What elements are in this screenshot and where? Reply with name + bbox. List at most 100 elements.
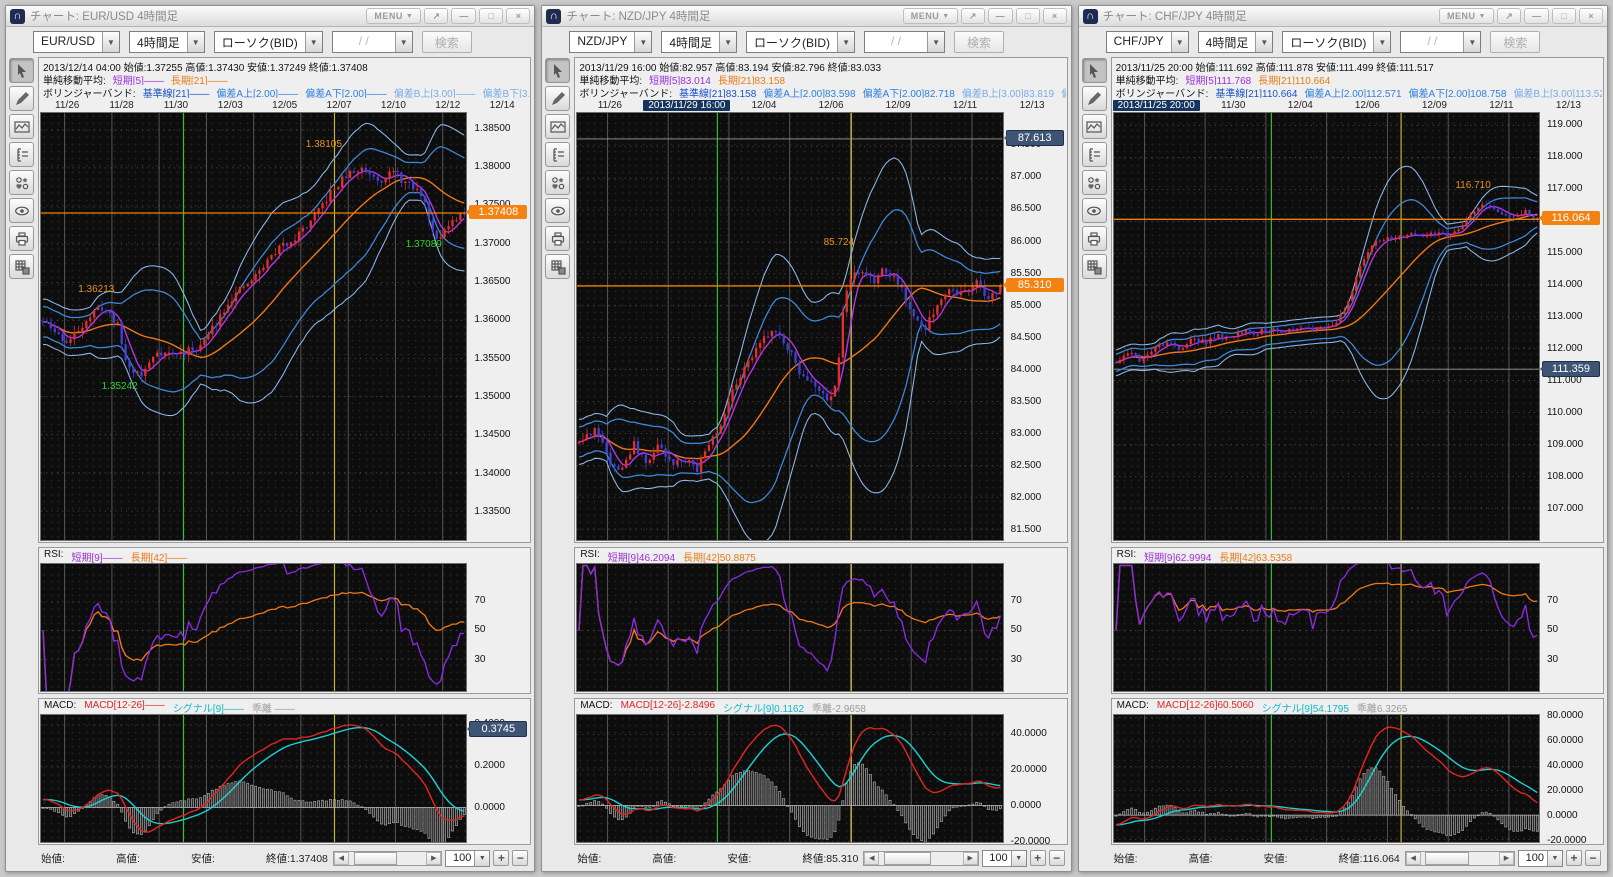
scrollbar-track[interactable] [1421,852,1499,865]
zoom-select[interactable]: 100 ▼ [1518,850,1563,867]
timeframe-select[interactable]: 4時間足 ▼ [661,31,737,53]
style-select[interactable]: ローソク(BID) ▼ [214,31,323,53]
chevron-down-icon[interactable]: ▼ [1547,851,1562,866]
chart-scrollbar[interactable]: ◀ ▶ [333,851,442,866]
rsi-chart[interactable] [40,563,467,692]
titlebar[interactable]: ∩ チャート: NZD/JPY 4時間足 MENU ▼ ↗ — □ × [542,6,1070,27]
indicator-tool-button[interactable] [1082,114,1107,139]
search-button[interactable]: 検索 [954,31,1004,53]
print-tool-button[interactable] [545,226,570,251]
visibility-tool-button[interactable] [1082,198,1107,223]
chevron-down-icon[interactable]: ▼ [1463,32,1480,52]
search-button[interactable]: 検索 [1490,31,1540,53]
chevron-down-icon[interactable]: ▼ [474,851,489,866]
chart-scrollbar[interactable]: ◀ ▶ [1405,851,1515,866]
export-tool-button[interactable] [1082,254,1107,279]
macd-chart[interactable] [40,714,467,843]
chart-scrollbar[interactable]: ◀ ▶ [863,851,978,866]
chevron-down-icon[interactable]: ▼ [1171,32,1188,52]
chevron-down-icon[interactable]: ▼ [102,32,119,52]
maximize-button[interactable]: □ [479,8,503,24]
chevron-down-icon[interactable]: ▼ [1373,32,1390,52]
menu-button[interactable]: MENU ▼ [903,8,958,24]
search-button[interactable]: 検索 [422,31,472,53]
cursor-tool-button[interactable] [545,58,570,83]
zoom-out-button[interactable]: − [512,850,528,866]
maximize-button[interactable]: □ [1552,8,1576,24]
scrollbar-track[interactable] [879,852,962,865]
close-button[interactable]: × [1043,8,1067,24]
export-tool-button[interactable] [545,254,570,279]
chevron-down-icon[interactable]: ▼ [837,32,854,52]
scroll-right-button[interactable]: ▶ [963,852,978,865]
scale-tool-button[interactable] [9,142,34,167]
indicator-tool-button[interactable] [545,114,570,139]
zoom-out-button[interactable]: − [1049,850,1065,866]
timeframe-select[interactable]: 4時間足 ▼ [1198,31,1274,53]
zoom-select[interactable]: 100 ▼ [982,850,1027,867]
zoom-in-button[interactable]: + [493,850,509,866]
chevron-down-icon[interactable]: ▼ [719,32,736,52]
menu-button[interactable]: MENU ▼ [1439,8,1494,24]
date-input[interactable]: / / ▼ [332,31,413,53]
candlestick-chart[interactable]: 116.710 [1113,112,1540,541]
rsi-chart[interactable] [1113,563,1540,692]
popout-button[interactable]: ↗ [424,8,448,24]
chevron-down-icon[interactable]: ▼ [187,32,204,52]
titlebar[interactable]: ∩ チャート: CHF/JPY 4時間足 MENU ▼ ↗ — □ × [1079,6,1607,27]
scroll-right-button[interactable]: ▶ [1499,852,1514,865]
popout-button[interactable]: ↗ [1497,8,1521,24]
macd-chart[interactable] [1113,714,1540,843]
menu-button[interactable]: MENU ▼ [366,8,421,24]
titlebar[interactable]: ∩ チャート: EUR/USD 4時間足 MENU ▼ ↗ — □ × [6,6,534,27]
timeframe-select[interactable]: 4時間足 ▼ [129,31,205,53]
chevron-down-icon[interactable]: ▼ [395,32,412,52]
pair-select[interactable]: CHF/JPY ▼ [1106,31,1189,53]
scroll-right-button[interactable]: ▶ [426,852,441,865]
marker-tool-button[interactable] [1082,170,1107,195]
chevron-down-icon[interactable]: ▼ [634,32,651,52]
zoom-out-button[interactable]: − [1585,850,1601,866]
scrollbar-track[interactable] [349,852,426,865]
popout-button[interactable]: ↗ [961,8,985,24]
export-tool-button[interactable] [9,254,34,279]
minimize-button[interactable]: — [1524,8,1549,24]
minimize-button[interactable]: — [988,8,1013,24]
zoom-in-button[interactable]: + [1030,850,1046,866]
scrollbar-thumb[interactable] [354,852,397,865]
visibility-tool-button[interactable] [545,198,570,223]
marker-tool-button[interactable] [545,170,570,195]
close-button[interactable]: × [506,8,530,24]
draw-tool-button[interactable] [1082,86,1107,111]
indicator-tool-button[interactable] [9,114,34,139]
print-tool-button[interactable] [9,226,34,251]
marker-tool-button[interactable] [9,170,34,195]
candlestick-chart[interactable]: 85.724 [576,112,1003,541]
scrollbar-thumb[interactable] [884,852,931,865]
print-tool-button[interactable] [1082,226,1107,251]
chevron-down-icon[interactable]: ▼ [927,32,944,52]
candlestick-chart[interactable]: 1.381051.362131.352421.37089 [40,112,467,541]
style-select[interactable]: ローソク(BID) ▼ [746,31,855,53]
scale-tool-button[interactable] [545,142,570,167]
macd-chart[interactable] [576,714,1003,843]
cursor-tool-button[interactable] [9,58,34,83]
scroll-left-button[interactable]: ◀ [1406,852,1421,865]
pair-select[interactable]: NZD/JPY ▼ [569,31,652,53]
zoom-in-button[interactable]: + [1566,850,1582,866]
close-button[interactable]: × [1579,8,1603,24]
rsi-chart[interactable] [576,563,1003,692]
pair-select[interactable]: EUR/USD ▼ [33,31,120,53]
chevron-down-icon[interactable]: ▼ [1011,851,1026,866]
maximize-button[interactable]: □ [1016,8,1040,24]
style-select[interactable]: ローソク(BID) ▼ [1282,31,1391,53]
visibility-tool-button[interactable] [9,198,34,223]
draw-tool-button[interactable] [545,86,570,111]
cursor-tool-button[interactable] [1082,58,1107,83]
draw-tool-button[interactable] [9,86,34,111]
scale-tool-button[interactable] [1082,142,1107,167]
date-input[interactable]: / / ▼ [1400,31,1481,53]
minimize-button[interactable]: — [451,8,476,24]
scroll-left-button[interactable]: ◀ [334,852,349,865]
chevron-down-icon[interactable]: ▼ [305,32,322,52]
